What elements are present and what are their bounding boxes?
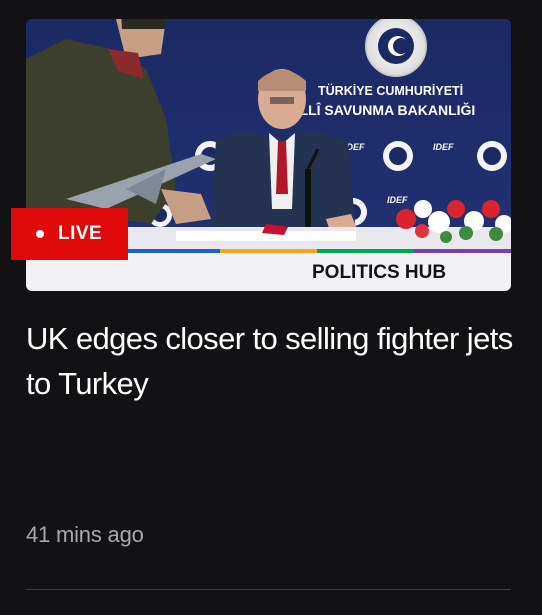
- live-dot-icon: [36, 230, 44, 238]
- ministry-line-2: MİLLÎ SAVUNMA BAKANLIĞI: [284, 101, 475, 118]
- live-badge: LIVE: [11, 208, 128, 260]
- article-headline[interactable]: UK edges closer to selling fighter jets …: [26, 316, 516, 406]
- news-card[interactable]: TÜRKİYE CUMHURİYETİ MİLLÎ SAVUNMA BAKANL…: [0, 0, 542, 615]
- idef-logo-3: IDEF: [433, 142, 454, 152]
- emblem-icon: [365, 19, 427, 77]
- idef-logo-4: IDEF: [387, 195, 408, 205]
- politics-hub-label: POLITICS HUB: [312, 262, 446, 283]
- ministry-line-1: TÜRKİYE CUMHURİYETİ: [318, 83, 463, 98]
- article-timestamp: 41 mins ago: [26, 522, 144, 547]
- live-label: LIVE: [58, 223, 103, 244]
- divider: [26, 589, 511, 590]
